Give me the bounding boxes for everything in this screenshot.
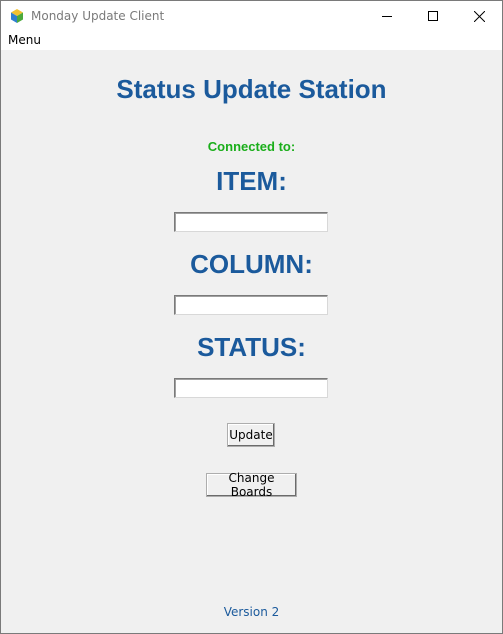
close-button[interactable] [456,1,502,31]
column-input[interactable] [174,295,328,315]
column-label: COLUMN: [190,249,313,279]
window-title: Monday Update Client [31,9,165,23]
page-title: Status Update Station [116,74,387,104]
menu-bar: Menu [1,31,502,50]
update-button[interactable]: Update [227,423,275,447]
menu-menu[interactable]: Menu [8,33,41,47]
item-label: ITEM: [216,166,287,196]
version-label: Version 2 [223,605,280,619]
cube-app-icon [9,8,25,24]
status-input[interactable] [174,378,328,398]
minimize-button[interactable] [364,1,410,31]
close-icon [473,10,485,22]
status-label: STATUS: [197,332,306,362]
change-boards-button[interactable]: Change Boards [206,471,297,499]
app-window: Monday Update Client Menu Status Update … [0,0,503,634]
main-panel: Status Update Station Connected to: ITEM… [1,50,502,633]
maximize-button[interactable] [410,1,456,31]
maximize-icon [428,11,438,21]
minimize-icon [382,16,392,17]
connection-status-label: Connected to: [207,139,296,154]
item-input[interactable] [174,212,328,232]
title-bar[interactable]: Monday Update Client [1,1,502,31]
